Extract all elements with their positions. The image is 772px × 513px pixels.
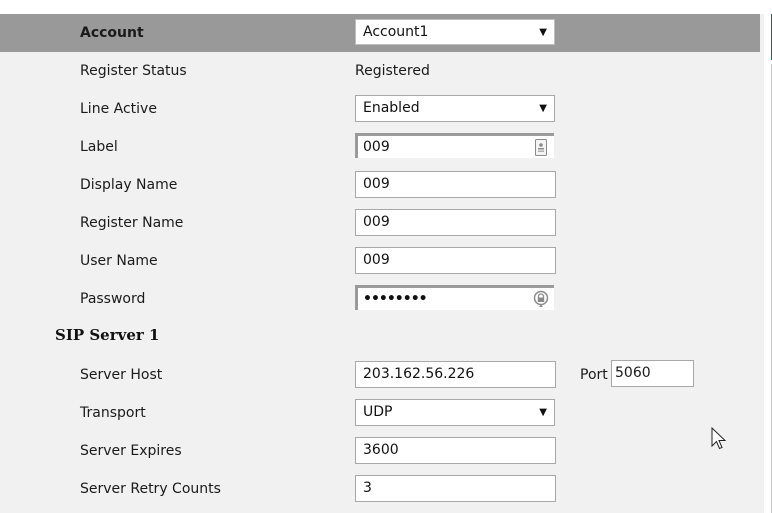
- user-name-input-value: 009: [363, 252, 390, 268]
- account-label: Account: [80, 25, 144, 41]
- caret-down-icon: ▼: [539, 407, 547, 418]
- port-label: Port: [580, 367, 608, 383]
- mouse-pointer-icon: [711, 427, 727, 450]
- display-name-label: Display Name: [80, 177, 178, 193]
- display-name-input-value: 009: [363, 176, 390, 192]
- line-active-label: Line Active: [80, 101, 157, 117]
- port-input-value: 5060: [615, 365, 651, 381]
- user-name-label: User Name: [80, 253, 158, 269]
- label-input[interactable]: 009: [355, 133, 554, 158]
- password-input[interactable]: ••••••••: [355, 285, 554, 310]
- account-select[interactable]: Account1 ▼: [355, 19, 555, 45]
- server-host-input[interactable]: 203.162.56.226: [355, 361, 556, 388]
- label-input-value: 009: [363, 139, 390, 155]
- transport-select[interactable]: UDP ▼: [355, 399, 555, 426]
- sip-server-title: SIP Server 1: [55, 326, 160, 344]
- password-input-value: ••••••••: [363, 291, 428, 307]
- register-status-value: Registered: [355, 63, 430, 79]
- user-name-input[interactable]: 009: [355, 247, 556, 274]
- transport-label: Transport: [80, 405, 146, 421]
- password-label: Password: [80, 291, 146, 307]
- label-field-label: Label: [80, 139, 118, 155]
- line-active-select-value: Enabled: [363, 100, 420, 116]
- server-host-label: Server Host: [80, 367, 163, 383]
- password-lock-icon[interactable]: [533, 290, 549, 308]
- server-expires-label: Server Expires: [80, 443, 182, 459]
- account-select-value: Account1: [363, 24, 429, 40]
- register-name-input-value: 009: [363, 214, 390, 230]
- server-retry-counts-input[interactable]: 3: [355, 475, 556, 502]
- contact-card-icon[interactable]: [535, 139, 547, 156]
- port-input[interactable]: 5060: [611, 360, 694, 387]
- register-status-label: Register Status: [80, 63, 187, 79]
- caret-down-icon: ▼: [539, 27, 547, 38]
- line-active-select[interactable]: Enabled ▼: [355, 95, 555, 122]
- display-name-input[interactable]: 009: [355, 171, 556, 198]
- server-host-input-value: 203.162.56.226: [363, 366, 475, 382]
- register-name-input[interactable]: 009: [355, 209, 556, 236]
- register-name-label: Register Name: [80, 215, 184, 231]
- transport-select-value: UDP: [363, 404, 393, 420]
- server-expires-input-value: 3600: [363, 442, 399, 458]
- server-expires-input[interactable]: 3600: [355, 437, 556, 464]
- server-retry-counts-label: Server Retry Counts: [80, 481, 221, 497]
- server-retry-counts-input-value: 3: [363, 480, 372, 496]
- caret-down-icon: ▼: [539, 103, 547, 114]
